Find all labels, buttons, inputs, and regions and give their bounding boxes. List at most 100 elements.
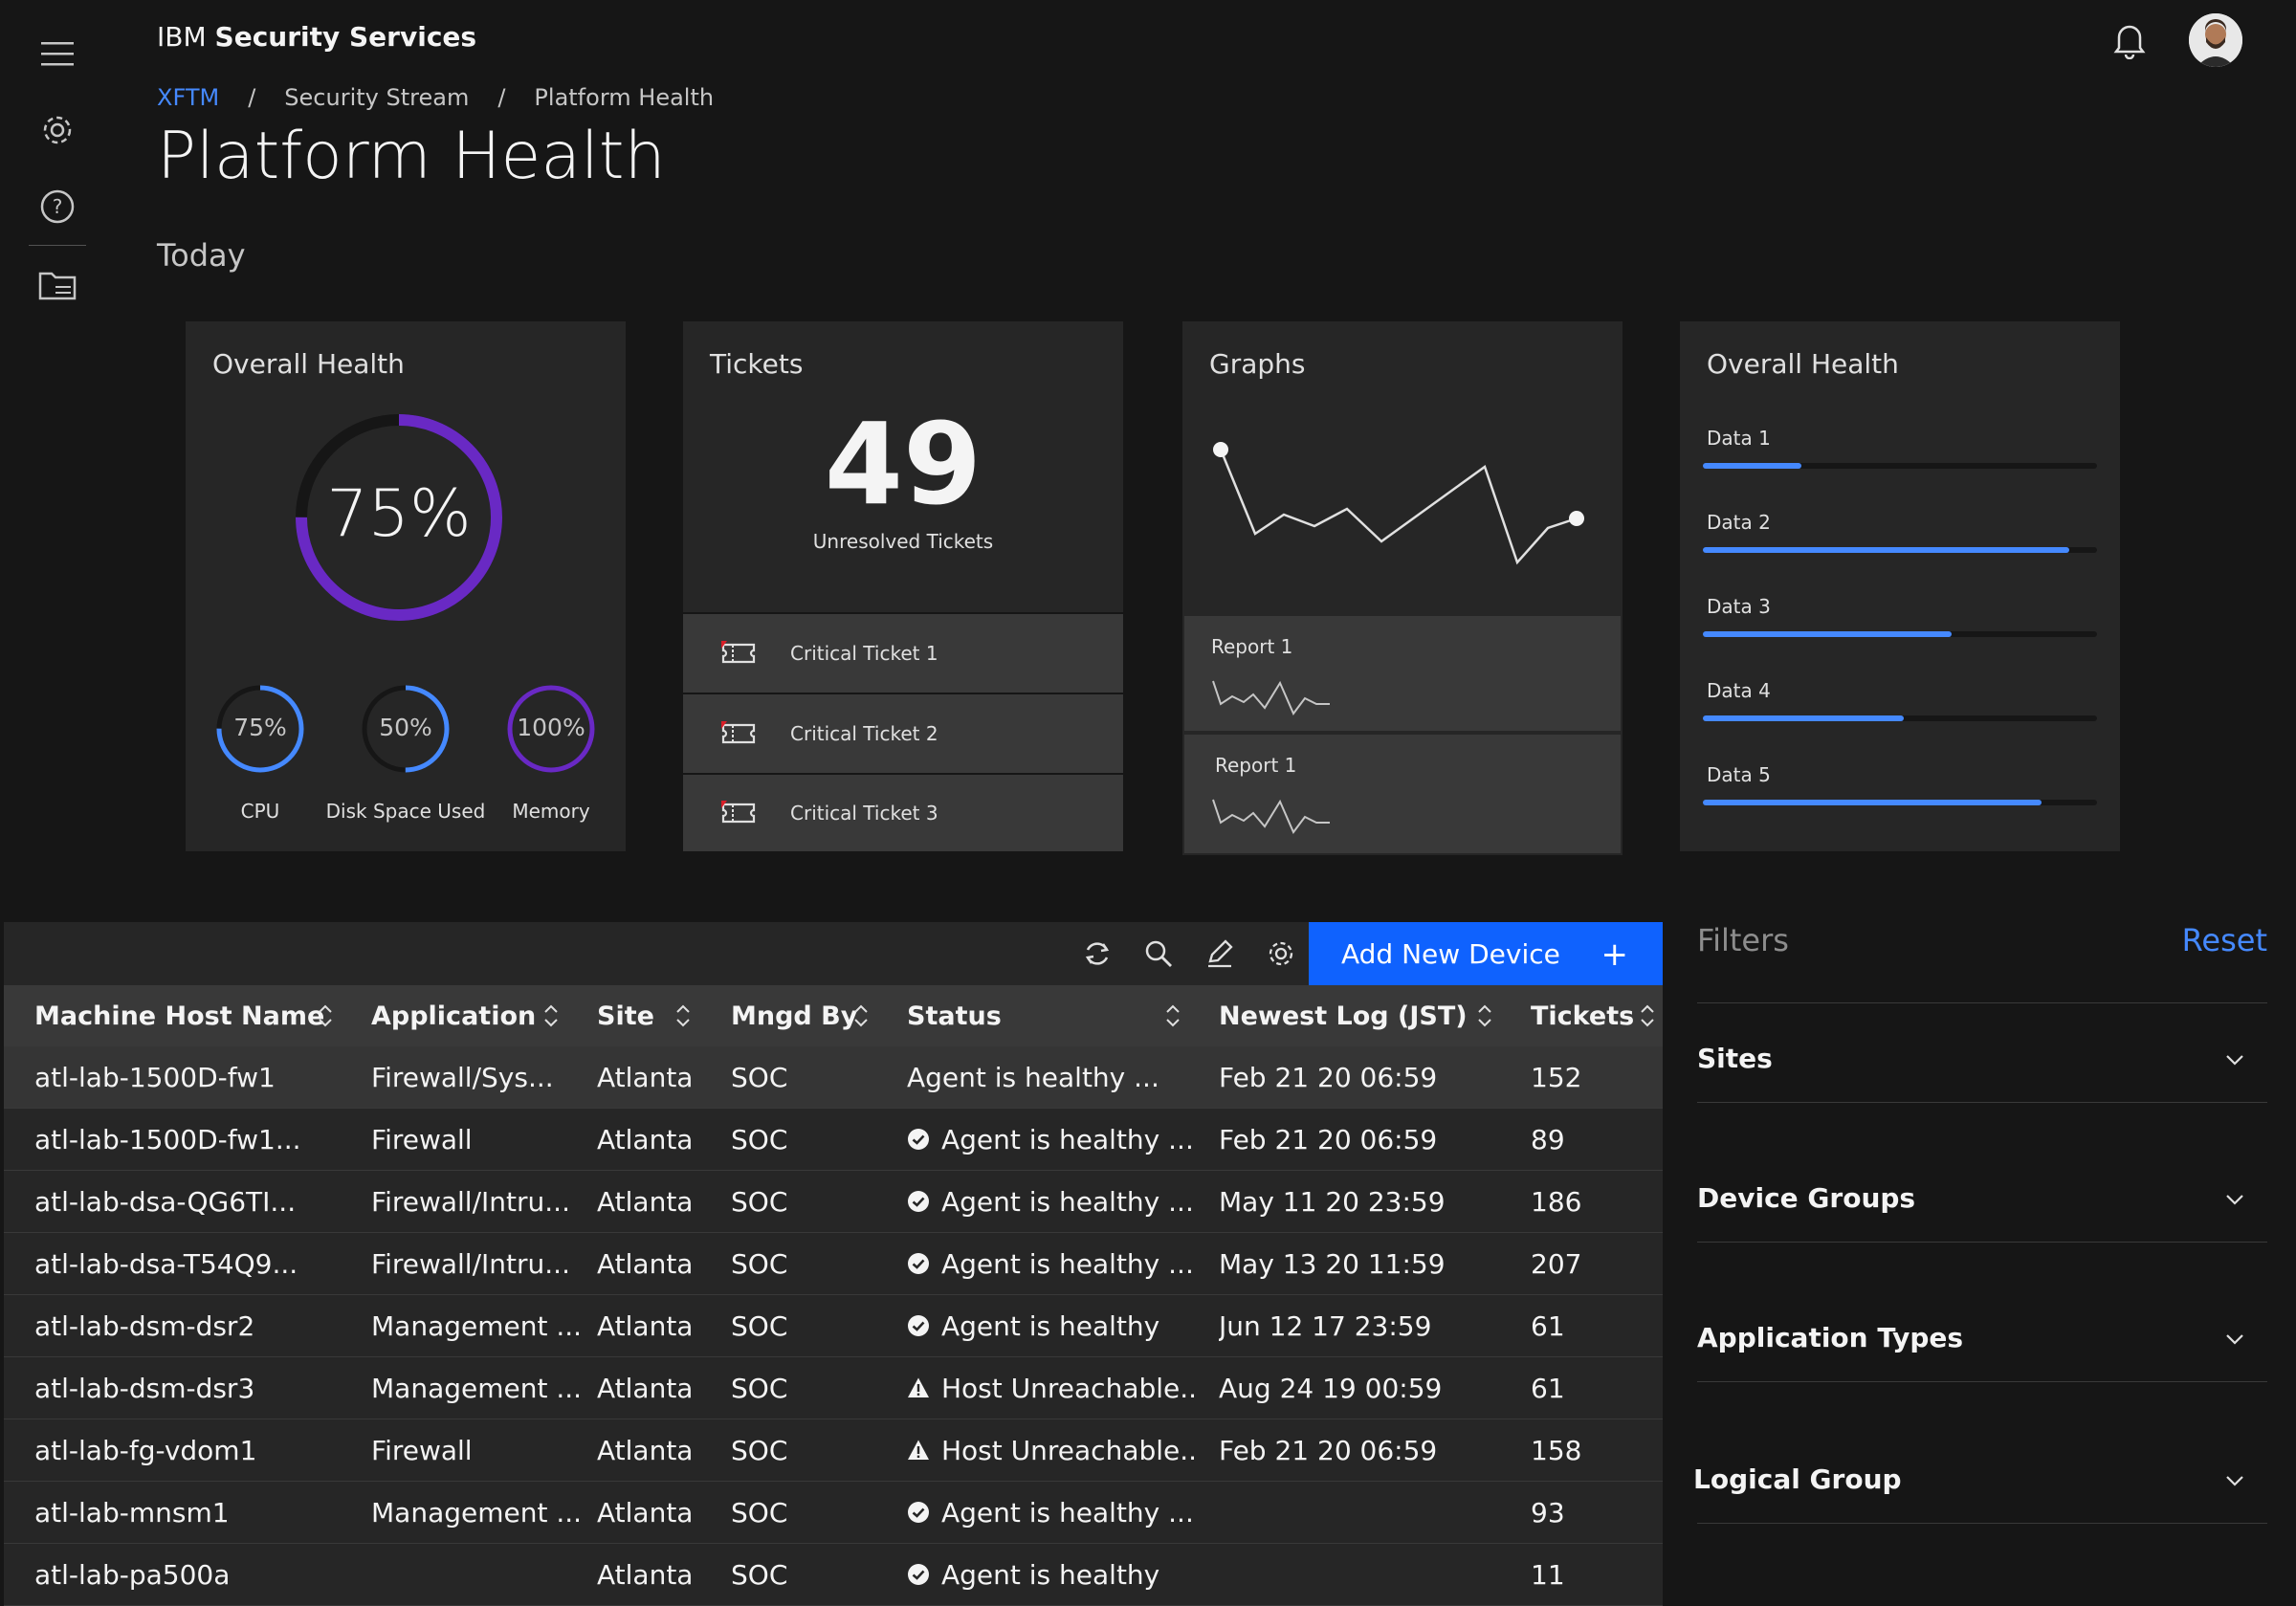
column-header-host[interactable]: Machine Host Name	[34, 985, 324, 1046]
user-avatar[interactable]	[2185, 10, 2246, 71]
bar-track	[1703, 800, 2097, 805]
breadcrumb-separator: /	[497, 84, 506, 111]
add-new-device-button[interactable]: Add New Device +	[1309, 922, 1663, 985]
filters-title: Filters	[1697, 922, 1789, 958]
bar-label: Data 4	[1707, 679, 1771, 702]
table-row[interactable]: atl-lab-dsa-T54Q9... Firewall/Intru... Atl…	[4, 1233, 1663, 1295]
period-label: Today	[157, 237, 246, 274]
report-row[interactable]: Report 1	[1184, 616, 1621, 731]
cell-application: Firewall/Intru...	[371, 1233, 582, 1294]
critical-ticket-row[interactable]: Critical Ticket 1	[683, 612, 1123, 693]
filter-group-device-groups[interactable]: Device Groups	[1697, 1182, 2267, 1214]
ticket-count: 49	[824, 398, 982, 530]
column-header-newest-log[interactable]: Newest Log (JST)	[1219, 985, 1468, 1046]
table-row[interactable]: atl-lab-dsm-dsr2 Management ... Atlanta SOC…	[4, 1295, 1663, 1357]
report-label: Report 1	[1215, 754, 1297, 777]
column-header-site[interactable]: Site	[597, 985, 654, 1046]
tickets-card: Tickets 49 Unresolved Tickets Critical T…	[683, 321, 1123, 851]
cell-application: Management ...	[371, 1295, 582, 1356]
cell-tickets: 207	[1531, 1233, 1645, 1294]
sort-icon[interactable]	[673, 1002, 693, 1029]
cell-site: Atlanta	[597, 1171, 721, 1232]
reset-button[interactable]: Reset	[2182, 922, 2267, 958]
table-row[interactable]: atl-lab-dsa-QG6TI... Firewall/Intru... Atl…	[4, 1171, 1663, 1233]
search-icon[interactable]	[1137, 932, 1181, 976]
filter-group-sites[interactable]: Sites	[1697, 1043, 2267, 1074]
critical-ticket-row[interactable]: Critical Ticket 2	[683, 693, 1123, 773]
cell-host: atl-lab-mnsm1	[34, 1482, 350, 1543]
page-title: Platform Health	[157, 119, 666, 194]
column-header-managed-by[interactable]: Mngd By	[731, 985, 857, 1046]
bar-label: Data 2	[1707, 511, 1771, 534]
cell-site: Atlanta	[597, 1419, 721, 1481]
filter-group-label: Application Types	[1697, 1322, 1964, 1353]
column-header-status[interactable]: Status	[907, 985, 1002, 1046]
edit-icon[interactable]	[1198, 932, 1242, 976]
sort-icon[interactable]	[1638, 1002, 1657, 1029]
table-row[interactable]: atl-lab-pa500a Atlanta SOC Agent is healthy…	[4, 1544, 1663, 1606]
column-header-application[interactable]: Application	[371, 985, 536, 1046]
graphs-card: Graphs Report 1 Report 1	[1182, 321, 1623, 855]
filter-group-label: Sites	[1697, 1043, 1773, 1074]
table-row[interactable]: atl-lab-fg-vdom1 Firewall Atlanta SOC Host U…	[4, 1419, 1663, 1482]
menu-icon[interactable]	[29, 25, 86, 82]
memory-gauge: 100%	[505, 683, 597, 775]
svg-text:?: ?	[53, 195, 63, 218]
report-row[interactable]: Report 1	[1184, 735, 1621, 853]
brand-title[interactable]: IBM Security Services	[157, 21, 476, 53]
cell-tickets-text: 152	[1531, 1061, 1582, 1093]
cell-tickets-text: 11	[1531, 1558, 1565, 1591]
data-bars-card: Overall Health Data 1 Data 2 Data 3 Data…	[1680, 321, 2120, 851]
cell-tickets: 152	[1531, 1046, 1645, 1108]
cell-application: Management ...	[371, 1357, 582, 1419]
overall-health-card: Overall Health 75% 75% 50% 100% CPU Disk…	[186, 321, 626, 851]
cell-newest-log: Aug 24 19 00:59	[1219, 1357, 1506, 1419]
cell-managed-by-text: SOC	[731, 1061, 788, 1093]
table-row[interactable]: atl-lab-dsm-dsr3 Management ... Atlanta SOC…	[4, 1357, 1663, 1419]
cell-newest-log: May 13 20 11:59	[1219, 1233, 1506, 1294]
table-row[interactable]: atl-lab-1500D-fw1 Firewall/Sys... Atlanta S…	[4, 1046, 1663, 1109]
cell-status-text: Agent is healthy ...	[941, 1247, 1194, 1280]
card-title: Overall Health	[1707, 348, 1899, 380]
bar-label: Data 5	[1707, 763, 1771, 786]
bar-fill	[1703, 463, 1801, 469]
table-row[interactable]: atl-lab-1500D-fw1... Firewall Atlanta SOC Ag…	[4, 1109, 1663, 1171]
graph-end-point	[1569, 511, 1584, 526]
filter-group-application-types[interactable]: Application Types	[1697, 1322, 2267, 1353]
filter-group-logical-group[interactable]: Logical Group	[1693, 1463, 2263, 1495]
sort-icon[interactable]	[316, 1002, 335, 1029]
gear-icon[interactable]	[1259, 932, 1303, 976]
cell-site-text: Atlanta	[597, 1123, 694, 1155]
folder-list-icon[interactable]	[29, 256, 86, 314]
critical-ticket-row[interactable]: Critical Ticket 3	[683, 773, 1123, 851]
cell-status: Agent is healthy	[907, 1295, 1194, 1356]
breadcrumb-xftm[interactable]: XFTM	[157, 84, 219, 111]
gear-icon[interactable]	[29, 101, 86, 159]
column-header-tickets[interactable]: Tickets	[1531, 985, 1634, 1046]
cell-managed-by: SOC	[731, 1357, 894, 1419]
notification-icon[interactable]	[2099, 10, 2160, 71]
cell-host-text: atl-lab-mnsm1	[34, 1496, 230, 1529]
sort-icon[interactable]	[1163, 1002, 1182, 1029]
breadcrumb-separator: /	[248, 84, 256, 111]
refresh-icon[interactable]	[1075, 932, 1119, 976]
breadcrumb-security-stream[interactable]: Security Stream	[284, 84, 469, 111]
checkmark-icon	[908, 1129, 929, 1150]
cell-host: atl-lab-pa500a	[34, 1544, 350, 1605]
cell-newest-log-text: Jun 12 17 23:59	[1219, 1309, 1432, 1342]
cell-managed-by: SOC	[731, 1046, 894, 1108]
cell-host-text: atl-lab-dsm-dsr2	[34, 1309, 255, 1342]
sort-icon[interactable]	[851, 1002, 871, 1029]
help-icon[interactable]: ?	[29, 178, 86, 235]
cell-tickets-text: 93	[1531, 1496, 1565, 1529]
sort-icon[interactable]	[1475, 1002, 1494, 1029]
checkmark-icon	[908, 1253, 929, 1274]
cell-tickets-text: 89	[1531, 1123, 1565, 1155]
cell-host: atl-lab-dsa-QG6TI...	[34, 1171, 350, 1232]
cell-newest-log-text: May 13 20 11:59	[1219, 1247, 1446, 1280]
brand-name: Security Services	[214, 21, 477, 53]
table-row[interactable]: atl-lab-mnsm1 Management ... Atlanta SOC Age…	[4, 1482, 1663, 1544]
sort-icon[interactable]	[541, 1002, 561, 1029]
graph-start-point	[1213, 442, 1228, 457]
bar-fill	[1703, 800, 2042, 805]
